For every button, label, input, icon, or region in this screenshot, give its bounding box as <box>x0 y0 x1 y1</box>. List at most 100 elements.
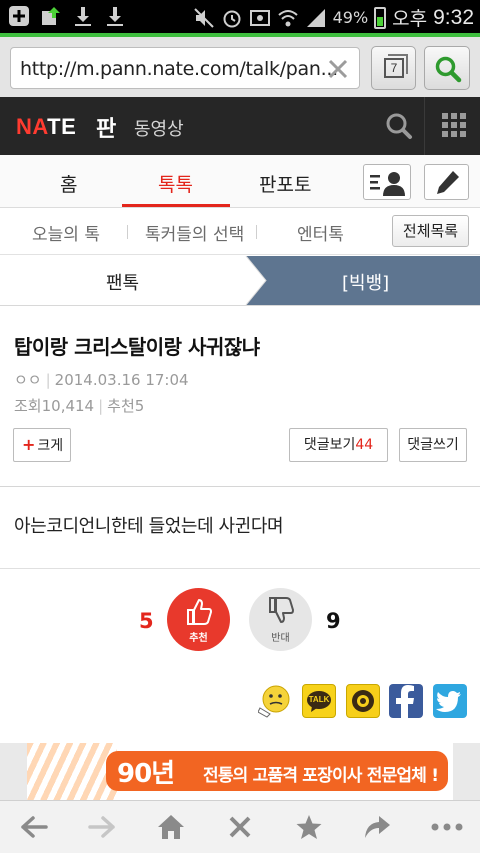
user-list-icon <box>370 172 405 196</box>
tab-panphoto[interactable]: 판포토 <box>259 170 311 197</box>
article-body: 아는코디언니한테 들었는데 사귄다며 <box>14 516 284 537</box>
alarm-icon <box>221 7 243 29</box>
battery-percent: 49% <box>332 8 369 27</box>
bookmark-star-icon[interactable] <box>295 813 323 841</box>
font-bigger-button[interactable]: + 크게 <box>13 428 71 462</box>
main-tabs: 홈 톡톡 판포토 <box>0 155 480 208</box>
meta-separator: | <box>45 371 51 389</box>
clear-icon[interactable] <box>325 56 351 82</box>
status-bar: 49% 오후 9:32 <box>0 0 480 33</box>
breadcrumb: 팬톡 [빅뱅] <box>0 256 480 306</box>
header-divider <box>424 97 425 155</box>
tab-count: 7 <box>384 58 404 78</box>
downvote-label: 반대 <box>271 633 290 644</box>
close-tab-icon[interactable] <box>226 813 254 841</box>
my-page-button[interactable] <box>363 164 411 200</box>
tabs-button[interactable]: 7 <box>371 46 416 90</box>
url-text: http://m.pann.nate.com/talk/pan... <box>20 58 338 80</box>
download-icon <box>104 5 126 27</box>
section-name[interactable]: 판 <box>96 111 116 143</box>
search-button[interactable] <box>424 46 470 90</box>
mute-icon <box>193 7 215 29</box>
all-list-button[interactable]: 전체목록 <box>392 215 469 247</box>
browser-bottom-bar <box>0 800 480 853</box>
logo-na: NA <box>16 114 48 139</box>
downvote-count: 9 <box>326 609 341 633</box>
views-count: 10,414 <box>41 397 95 415</box>
ad-banner[interactable]: 90년 전통의 고품격 포장이사 전문업체 ! <box>27 743 453 800</box>
sub-tabs: 오늘의 톡 톡커들의 선택 엔터톡 전체목록 <box>0 208 480 255</box>
meta-separator: | <box>98 397 104 415</box>
article-author: ㅇㅇ <box>14 371 42 389</box>
recommend-label: 추천 <box>107 397 135 415</box>
share-icon[interactable] <box>363 813 391 841</box>
ad-text: 전통의 고품격 포장이사 전문업체 ! <box>203 766 439 786</box>
ad-years: 90년 <box>117 759 175 789</box>
thumbs-down-icon <box>269 597 294 623</box>
forward-icon[interactable] <box>88 813 116 841</box>
breadcrumb-bigbang[interactable]: [빅뱅] <box>342 269 389 295</box>
logo-te: TE <box>47 114 77 139</box>
subtab-entertalk[interactable]: 엔터톡 <box>297 220 344 245</box>
menu-grid-icon[interactable] <box>441 112 467 138</box>
kakaotalk-share-icon[interactable]: TALK <box>302 684 336 718</box>
kakaostory-share-icon[interactable] <box>346 684 380 718</box>
active-tab-indicator <box>122 204 230 207</box>
breadcrumb-fantalk[interactable]: 팬톡 <box>106 269 139 295</box>
tab-toktok[interactable]: 톡톡 <box>158 170 193 197</box>
upvote-count: 5 <box>139 609 154 633</box>
view-comments-button[interactable]: 댓글보기44 <box>289 428 388 462</box>
signal-icon <box>305 7 327 29</box>
ad-band: 90년 전통의 고품격 포장이사 전문업체 ! <box>0 743 480 800</box>
views-label: 조회 <box>14 397 42 415</box>
divider <box>0 568 480 569</box>
battery-icon <box>374 6 387 29</box>
twitter-share-icon[interactable] <box>433 684 467 718</box>
subtab-talkers-choice[interactable]: 톡커들의 선택 <box>145 220 244 245</box>
wifi-icon <box>277 7 299 29</box>
clock-ampm: 오후 <box>392 8 428 30</box>
header-search-icon[interactable] <box>384 111 414 141</box>
downvote-button[interactable]: 반대 <box>249 588 312 651</box>
write-button[interactable] <box>424 164 469 200</box>
view-comments-label: 댓글보기 <box>303 437 356 453</box>
home-icon[interactable] <box>157 813 185 841</box>
subtab-separator <box>127 225 128 239</box>
subtab-today[interactable]: 오늘의 톡 <box>32 220 100 245</box>
facebook-share-icon[interactable] <box>389 684 423 718</box>
article-stats: 조회10,414 | 추천5 <box>14 395 144 416</box>
more-options-icon[interactable] <box>430 813 464 841</box>
write-comment-button[interactable]: 댓글쓰기 <box>399 428 467 462</box>
tiger-illustration <box>27 743 117 800</box>
article-meta: ㅇㅇ | 2014.03.16 17:04 <box>14 369 189 390</box>
url-field[interactable]: http://m.pann.nate.com/talk/pan... <box>10 47 360 89</box>
search-icon <box>435 56 462 83</box>
font-bigger-label: 크게 <box>37 438 64 454</box>
back-icon[interactable] <box>20 813 48 841</box>
subtab-separator <box>256 225 257 239</box>
upvote-label: 추천 <box>189 633 208 644</box>
plus-icon: + <box>22 435 36 454</box>
clock-time: 9:32 <box>433 5 474 29</box>
article-date: 2014.03.16 17:04 <box>54 371 189 389</box>
browser-toolbar: http://m.pann.nate.com/talk/pan... 7 <box>0 33 480 97</box>
tab-home[interactable]: 홈 <box>60 170 77 197</box>
video-link[interactable]: 동영상 <box>134 115 184 141</box>
pencil-icon <box>437 171 459 194</box>
thumbs-up-icon <box>187 599 212 625</box>
article-title: 탑이랑 크리스탈이랑 사귀잖냐 <box>14 335 260 359</box>
kakaotalk-label: TALK <box>308 695 330 704</box>
download-icon <box>72 5 94 27</box>
system-icons: 49% 오후 9:32 <box>193 4 474 31</box>
upvote-button[interactable]: 추천 <box>167 588 230 651</box>
recommend-count: 5 <box>134 397 145 415</box>
emoticon-share-icon[interactable] <box>257 684 292 718</box>
add-icon <box>8 5 30 27</box>
nate-logo[interactable]: NATE <box>16 114 76 140</box>
screenshot-icon <box>249 7 271 29</box>
comment-count: 44 <box>355 437 374 453</box>
notification-icons <box>8 5 126 27</box>
site-header: NATE 판 동영상 <box>0 97 480 155</box>
upload-icon <box>40 5 62 27</box>
divider <box>0 486 480 487</box>
